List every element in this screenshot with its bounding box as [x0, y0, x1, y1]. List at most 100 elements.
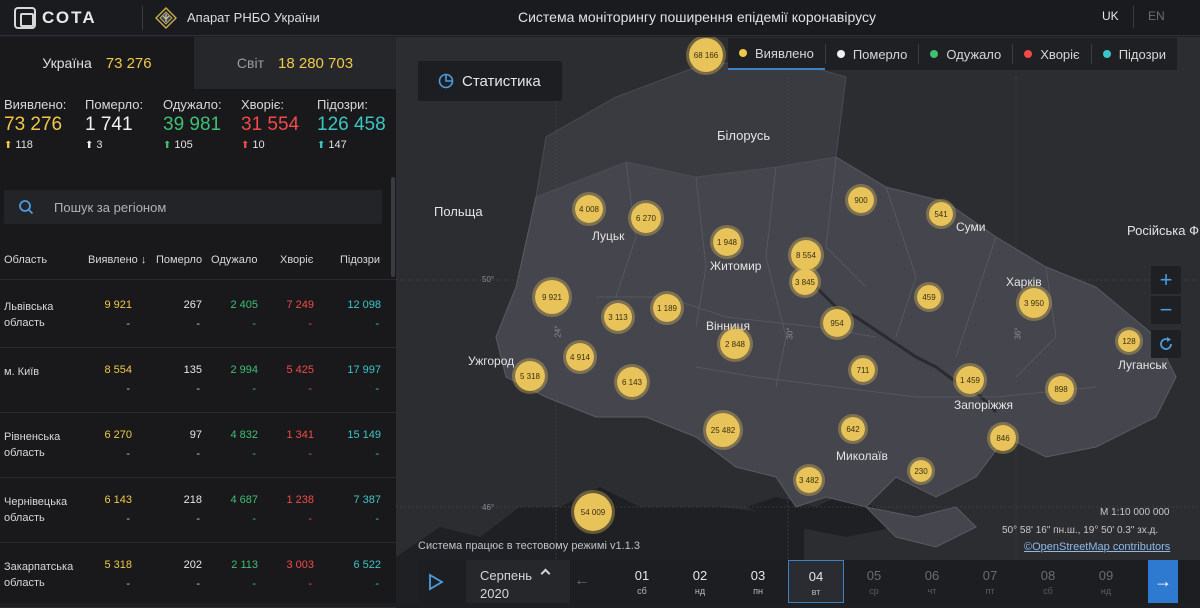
case-bubble-odesa[interactable]: 25 482: [703, 410, 743, 450]
zoom-out-button[interactable]: −: [1151, 296, 1181, 324]
legend-item[interactable]: Хворіє: [1013, 38, 1090, 70]
timeline-day-07[interactable]: 07 пт: [962, 560, 1018, 603]
prev-day-button[interactable]: ←: [574, 572, 590, 590]
country-label-russia: Російська Ф: [1127, 223, 1199, 238]
case-bubble-poltava[interactable]: 459: [914, 282, 944, 312]
th-region[interactable]: Область: [4, 254, 47, 266]
case-bubble-bottom[interactable]: 54 009: [571, 490, 615, 534]
zoom-in-button[interactable]: +: [1151, 266, 1181, 294]
city-label-uzhhorod: Ужгород: [468, 354, 515, 368]
case-bubble-dnipro[interactable]: 1 459: [953, 363, 987, 397]
case-bubble-kyiv-oblast[interactable]: 3 845: [789, 266, 821, 298]
next-day-button[interactable]: →: [1148, 560, 1178, 603]
case-bubble-zakarpattia[interactable]: 5 318: [512, 358, 548, 394]
th-detected[interactable]: Виявлено ↓: [88, 254, 146, 266]
case-bubble-lviv[interactable]: 9 921: [532, 277, 572, 317]
map-canvas[interactable]: 50° 46° 24° 30° 36° Білорусь Польща Росі…: [396, 37, 1200, 603]
case-bubble-lutsk[interactable]: 4 008: [572, 192, 606, 226]
org-name: Апарат РНБО України: [187, 10, 320, 25]
grid-label: 46°: [482, 503, 495, 512]
stat-suspected: Підозри: 126 458 ⬆ 147: [317, 97, 386, 151]
case-bubble-kharkiv[interactable]: 3 950: [1016, 285, 1052, 321]
table-row[interactable]: Чернівецька область 6 143 - 218 - 4 687 - 1 238…: [0, 478, 396, 543]
country-label-poland: Польща: [434, 204, 483, 219]
th-suspected[interactable]: Підозри: [340, 254, 380, 266]
case-bubble-ivano-frankivsk[interactable]: 4 914: [563, 340, 597, 374]
legend-item[interactable]: Виявлено: [728, 38, 825, 70]
case-bubble-zaporizhzhia[interactable]: 846: [987, 422, 1019, 454]
case-bubble-luhansk[interactable]: 128: [1115, 327, 1143, 355]
legend-item[interactable]: Одужало: [919, 38, 1012, 70]
lang-uk-button[interactable]: UK: [1102, 9, 1119, 23]
case-bubble-rivne[interactable]: 6 270: [628, 200, 664, 236]
stat-value: 73 276: [4, 114, 63, 135]
legend-item[interactable]: Підозри: [1092, 38, 1177, 70]
row-sick: 7 249: [286, 299, 314, 311]
case-bubble-zhytomyr[interactable]: 1 948: [710, 225, 744, 259]
play-button[interactable]: [418, 560, 454, 603]
timeline-day-04[interactable]: 04 вт: [788, 560, 844, 603]
case-bubble-crimea[interactable]: 3 482: [793, 464, 825, 496]
arrow-up-icon: ⬆: [317, 140, 326, 151]
statistics-button[interactable]: Статистика: [418, 61, 562, 101]
row-suspected: 7 387: [353, 494, 381, 506]
day-weekday: пт: [985, 586, 995, 596]
timeline-day-09[interactable]: 09 нд: [1078, 560, 1134, 603]
case-bubble-kherson[interactable]: 230: [907, 457, 935, 485]
case-bubble-cherkasy[interactable]: 954: [820, 306, 854, 340]
table-row[interactable]: Рівненська область 6 270 - 97 - 4 832 - 1 341 - 1…: [0, 413, 396, 478]
row-suspected-delta: -: [375, 578, 379, 590]
th-recovered[interactable]: Одужало: [211, 254, 258, 266]
case-bubble-mykolaiv[interactable]: 642: [838, 414, 868, 444]
row-died: 202: [183, 559, 202, 571]
case-bubble-kirovohrad[interactable]: 711: [848, 355, 878, 385]
osm-attribution-link[interactable]: ©OpenStreetMap contributors: [1024, 541, 1170, 553]
refresh-icon: [1160, 337, 1172, 350]
tab-world[interactable]: Світ 18 280 703: [194, 37, 396, 89]
month-selector[interactable]: Серпень 2020: [466, 560, 570, 603]
table-row[interactable]: м. Київ 8 554 - 135 - 2 994 - 5 425 - 17 997 -: [0, 348, 396, 413]
case-bubble-ternopil[interactable]: 3 113: [601, 300, 635, 334]
timeline-day-03[interactable]: 03 пн: [730, 560, 786, 603]
table-row[interactable]: Закарпатська область 5 318 - 202 - 2 113 - 3 00…: [0, 543, 396, 608]
summary-stats: Виявлено: 73 276 ⬆ 118 Померло: 1 741 ⬆ 3 …: [0, 97, 396, 167]
th-sick[interactable]: Хворіє: [280, 254, 313, 266]
stat-delta: ⬆ 10: [241, 139, 265, 151]
legend-dot-icon: [1024, 50, 1033, 58]
search-input[interactable]: [54, 199, 354, 215]
left-panel: Україна 73 276 Світ 18 280 703 Виявлено:…: [0, 37, 396, 608]
day-weekday: сб: [637, 586, 647, 596]
legend-item[interactable]: Померло: [826, 38, 919, 70]
lang-en-button[interactable]: EN: [1148, 9, 1165, 23]
system-note: Система працює в тестовому режимі v1.1.3: [418, 540, 640, 552]
case-bubble-chernihiv[interactable]: 900: [845, 184, 877, 216]
row-sick-delta: -: [308, 578, 312, 590]
case-bubble-donetsk[interactable]: 898: [1045, 373, 1077, 405]
arrow-left-icon: ←: [574, 572, 590, 589]
row-recovered: 2 994: [230, 364, 258, 376]
case-bubble-vinnytsia[interactable]: 2 848: [717, 326, 753, 362]
stat-value: 31 554: [241, 114, 300, 135]
row-died: 267: [183, 299, 202, 311]
sota-logo[interactable]: СОТА: [14, 6, 130, 29]
case-bubble-sumy[interactable]: 541: [926, 199, 956, 229]
timeline-day-06[interactable]: 06 чт: [904, 560, 960, 603]
timeline-day-08[interactable]: 08 сб: [1020, 560, 1076, 603]
top-bar: СОТА Апарат РНБО України Система монітор…: [0, 0, 1200, 36]
day-number: 03: [750, 568, 766, 583]
row-suspected: 15 149: [347, 429, 381, 441]
timeline-day-05[interactable]: 05 ср: [846, 560, 902, 603]
refresh-button[interactable]: [1151, 330, 1181, 358]
case-bubble-chernivtsi[interactable]: 6 143: [614, 364, 650, 400]
row-suspected-delta: -: [375, 448, 379, 460]
region-search[interactable]: [4, 190, 382, 224]
th-died[interactable]: Померло: [156, 254, 202, 266]
timeline-day-02[interactable]: 02 нд: [672, 560, 728, 603]
timeline-day-01[interactable]: 01 сб: [614, 560, 670, 603]
table-row[interactable]: Львівська область 9 921 - 267 - 2 405 - 7 249 - 1…: [0, 283, 396, 348]
case-bubble-khmelnytskyi[interactable]: 1 189: [650, 291, 684, 325]
tab-ukraine[interactable]: Україна 73 276: [0, 37, 194, 89]
minus-icon: −: [1159, 297, 1173, 322]
arrow-up-icon: ⬆: [241, 140, 250, 151]
statistics-label: Статистика: [462, 72, 541, 90]
